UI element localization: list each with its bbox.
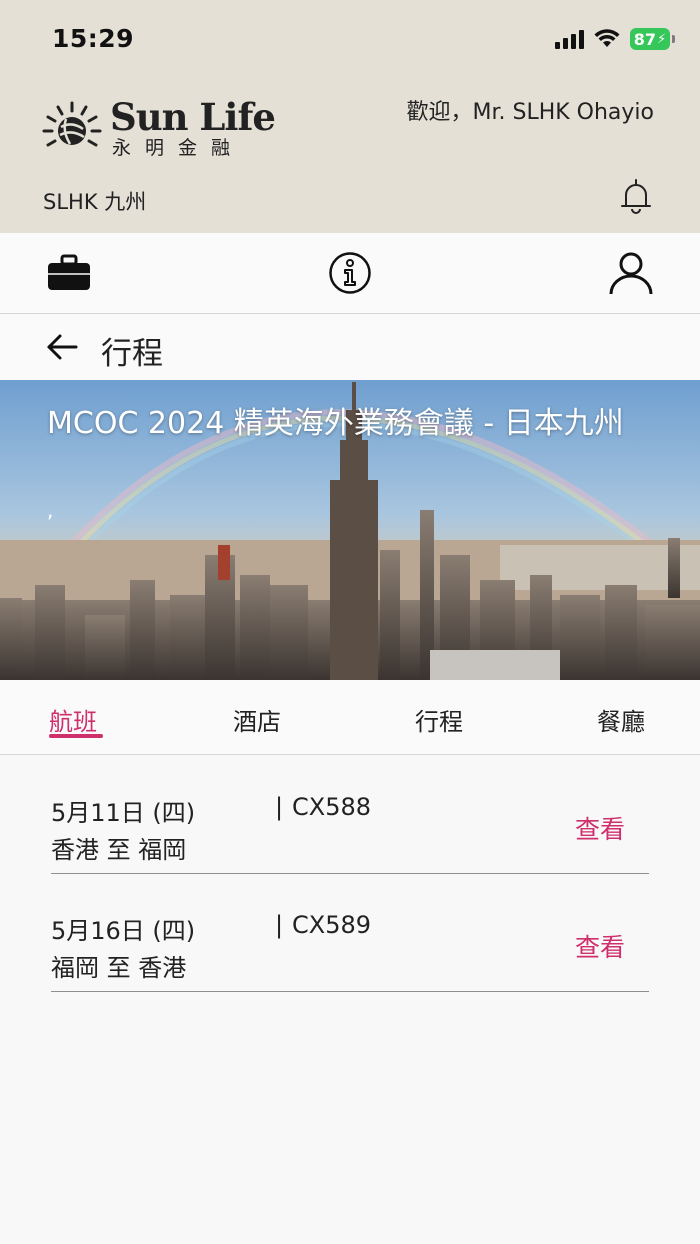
briefcase-icon[interactable]: [45, 249, 93, 297]
wifi-icon: [594, 29, 620, 47]
flight-route: 香港 至 福岡: [51, 836, 187, 864]
info-icon[interactable]: [326, 249, 374, 297]
flight-row: 5月16日 (四) | CX589 福岡 至 香港 查看: [51, 873, 649, 992]
logo-text-en: Sun Life: [110, 95, 276, 139]
back-arrow-icon[interactable]: [46, 332, 80, 362]
page-title: 行程: [101, 336, 163, 372]
status-icons: 87 ⚡: [555, 28, 675, 50]
flight-code: CX588: [292, 793, 372, 821]
logo-text-zh: 永明金融: [112, 137, 245, 159]
tab-itinerary[interactable]: 行程: [415, 702, 463, 737]
sun-logo-icon: [42, 101, 102, 147]
welcome-text: 歡迎，Mr. SLHK Ohayio: [406, 100, 654, 125]
flight-date: 5月16日 (四): [51, 917, 196, 945]
flight-separator: |: [275, 911, 284, 939]
flight-code: CX589: [292, 911, 372, 939]
flight-date: 5月11日 (四): [51, 799, 196, 827]
category-tabs: 航班 酒店 行程 餐廳: [0, 680, 700, 755]
tab-hotel[interactable]: 酒店: [233, 702, 281, 737]
icon-toolbar: [0, 233, 700, 314]
flight-row: 5月11日 (四) | CX588 香港 至 福岡 查看: [51, 755, 649, 874]
hero-banner: MCOC 2024 精英海外業務會議 - 日本九州 ,: [0, 380, 700, 680]
bell-icon[interactable]: [620, 178, 652, 220]
view-flight-button[interactable]: 查看: [575, 810, 625, 846]
event-title: MCOC 2024 精英海外業務會議 - 日本九州: [47, 406, 624, 441]
person-icon[interactable]: [607, 249, 655, 297]
event-subtitle: ,: [47, 498, 54, 522]
battery-icon: 87 ⚡: [630, 28, 675, 50]
tab-restaurant[interactable]: 餐廳: [597, 702, 645, 737]
view-flight-button[interactable]: 查看: [575, 928, 625, 964]
flight-route: 福岡 至 香港: [51, 954, 187, 982]
active-tab-indicator: [49, 734, 103, 738]
page-titlebar: 行程: [0, 314, 700, 380]
battery-level: 87: [633, 29, 657, 49]
status-time: 15:29: [52, 24, 135, 53]
location-label: SLHK 九州: [43, 190, 147, 214]
flight-separator: |: [275, 793, 284, 821]
tab-flights[interactable]: 航班: [49, 702, 97, 737]
sun-life-logo: Sun Life 永明金融: [42, 95, 276, 160]
signal-icon: [555, 29, 584, 49]
